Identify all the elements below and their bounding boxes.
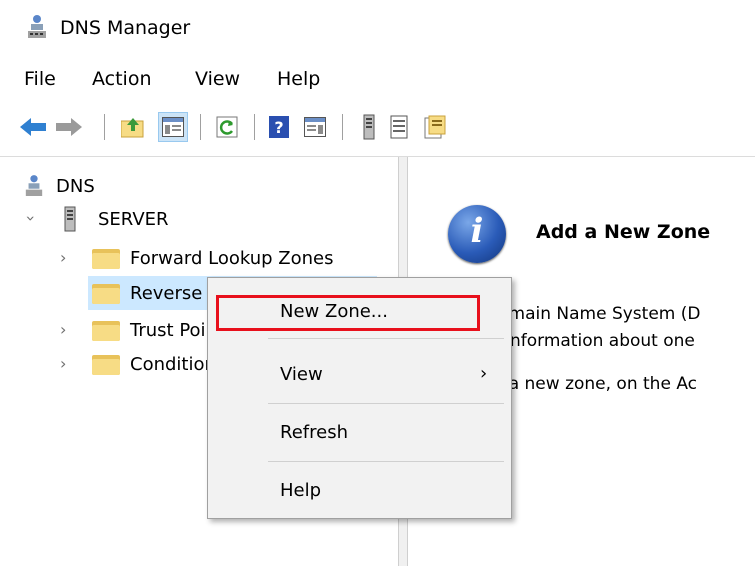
list-icon[interactable] <box>384 112 414 142</box>
tree-item-dns[interactable]: DNS <box>24 169 95 203</box>
up-folder-icon[interactable] <box>118 112 148 142</box>
folder-icon <box>92 282 120 304</box>
menu-item-refresh[interactable]: Refresh <box>208 414 511 454</box>
menu-help[interactable]: Help <box>277 68 320 90</box>
menu-separator <box>268 338 504 339</box>
back-arrow-icon[interactable] <box>18 112 48 142</box>
menu-item-view[interactable]: View › <box>208 356 511 396</box>
dns-server-icon <box>28 15 46 38</box>
menu-file[interactable]: File <box>24 68 56 90</box>
toolbar-separator <box>254 114 255 140</box>
menu-separator <box>268 403 504 404</box>
folder-icon <box>92 319 120 341</box>
folder-icon <box>92 247 120 269</box>
detail-heading: Add a New Zone <box>536 221 711 243</box>
forward-arrow-icon[interactable] <box>54 112 84 142</box>
show-hide-tree-icon[interactable] <box>158 112 188 142</box>
tree-item-forward-lookup-zones[interactable]: › Forward Lookup Zones <box>60 241 333 275</box>
menu-view[interactable]: View <box>195 68 240 90</box>
svg-text:?: ? <box>274 118 283 137</box>
new-item-icon[interactable] <box>420 112 450 142</box>
context-menu: New Zone... View › Refresh Help <box>207 277 512 519</box>
menu-item-new-zone[interactable]: New Zone... <box>208 293 511 333</box>
chevron-right-icon[interactable]: › <box>60 354 66 373</box>
info-icon: i <box>448 205 506 263</box>
server-icon[interactable] <box>354 112 384 142</box>
tree-item-label: SERVER <box>98 208 169 230</box>
toolbar: ? <box>0 104 755 152</box>
dns-server-icon <box>25 175 43 196</box>
toolbar-separator <box>200 114 201 140</box>
menu-item-label: Refresh <box>280 422 348 443</box>
folder-icon <box>92 353 120 375</box>
chevron-right-icon[interactable]: › <box>60 320 66 339</box>
toolbar-separator <box>342 114 343 140</box>
menu-action[interactable]: Action <box>92 68 152 90</box>
properties-icon[interactable] <box>300 112 330 142</box>
title-bar: DNS Manager <box>0 0 755 58</box>
menu-item-label: Help <box>280 480 322 501</box>
menu-separator <box>268 461 504 462</box>
chevron-down-icon[interactable]: › <box>22 215 41 221</box>
tree-item-label: Forward Lookup Zones <box>130 247 334 269</box>
menu-item-label: View <box>280 364 323 385</box>
highlight-box <box>216 295 480 331</box>
chevron-right-icon: › <box>480 363 488 384</box>
chevron-right-icon[interactable]: › <box>60 248 66 267</box>
help-icon[interactable]: ? <box>264 112 294 142</box>
server-icon <box>64 206 76 232</box>
refresh-icon[interactable] <box>212 112 242 142</box>
tree-item-label: DNS <box>56 175 95 197</box>
toolbar-separator <box>104 114 105 140</box>
menu-bar: File Action View Help <box>0 62 755 96</box>
window-title: DNS Manager <box>60 17 191 39</box>
tree-item-server[interactable]: › SERVER <box>22 202 169 236</box>
menu-item-help[interactable]: Help <box>208 472 511 512</box>
